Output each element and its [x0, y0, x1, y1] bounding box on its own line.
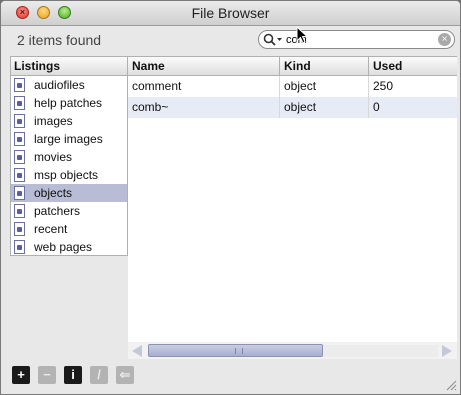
resize-grip-icon[interactable]: [445, 379, 457, 391]
listing-item-label: msp objects: [34, 168, 99, 182]
file-browser-window: × File Browser 2 items found × Listings …: [0, 0, 461, 395]
document-icon: [14, 150, 25, 164]
window-title: File Browser: [191, 5, 270, 21]
column-header-name[interactable]: Name: [128, 57, 279, 75]
document-icon: [14, 240, 25, 254]
column-header-kind[interactable]: Kind: [279, 57, 368, 75]
plus-icon: +: [17, 367, 25, 382]
search-field[interactable]: ×: [258, 30, 455, 49]
scroll-right-arrow-icon[interactable]: [442, 345, 452, 357]
cell-kind: object: [279, 76, 368, 97]
scroll-grip-icon: [235, 348, 243, 354]
table-header: Name Kind Used: [128, 57, 457, 76]
listing-item[interactable]: audiofiles: [11, 76, 127, 94]
cell-name: comment: [132, 79, 182, 93]
listing-item[interactable]: patchers: [11, 202, 127, 220]
back-button[interactable]: ⇐: [116, 366, 134, 384]
toolbar: 2 items found ×: [1, 26, 460, 54]
scroll-thumb[interactable]: [148, 344, 323, 357]
listing-item-label: images: [34, 114, 73, 128]
listing-item[interactable]: help patches: [11, 94, 127, 112]
search-icon[interactable]: [263, 33, 283, 47]
listings-items: audiofiles help patches images large images…: [11, 76, 127, 256]
minus-icon: −: [43, 367, 51, 382]
table-row[interactable]: comb~ object 0: [128, 97, 457, 118]
listing-item[interactable]: msp objects: [11, 166, 127, 184]
cell-kind: object: [279, 97, 368, 118]
document-icon: [14, 132, 25, 146]
horizontal-scrollbar[interactable]: [128, 342, 457, 359]
clear-search-icon[interactable]: ×: [438, 33, 451, 46]
listing-item[interactable]: recent: [11, 220, 127, 238]
document-icon: [14, 78, 25, 92]
info-icon: i: [71, 367, 75, 382]
listing-item-label: movies: [34, 150, 73, 164]
listing-item[interactable]: images: [11, 112, 127, 130]
cell-used: 250: [368, 76, 457, 97]
remove-button[interactable]: −: [38, 366, 56, 384]
listing-item-label: objects: [34, 186, 73, 200]
listing-item-label: recent: [34, 222, 68, 236]
document-icon: [14, 114, 25, 128]
document-icon: [14, 186, 25, 200]
listing-item[interactable]: objects: [11, 184, 127, 202]
listing-item-label: patchers: [34, 204, 81, 218]
info-button[interactable]: i: [64, 366, 82, 384]
listing-item[interactable]: movies: [11, 148, 127, 166]
listings-panel: Listings audiofiles help patches images lar…: [10, 56, 128, 256]
document-icon: [14, 222, 25, 236]
document-icon: [14, 168, 25, 182]
listing-item[interactable]: large images: [11, 130, 127, 148]
listing-item-label: audiofiles: [34, 78, 85, 92]
document-icon: [14, 96, 25, 110]
back-arrow-icon: ⇐: [119, 367, 131, 382]
listing-item-label: web pages: [34, 240, 93, 254]
mouse-cursor-icon: [296, 26, 308, 44]
add-button[interactable]: +: [12, 366, 30, 384]
cell-used: 0: [368, 97, 457, 118]
edit-button[interactable]: /: [90, 366, 108, 384]
listings-header: Listings: [11, 57, 127, 76]
scroll-left-arrow-icon[interactable]: [132, 345, 142, 357]
items-found-label: 2 items found: [17, 32, 102, 48]
cell-name: comb~: [132, 100, 169, 114]
document-icon: [14, 204, 25, 218]
results-table: Name Kind Used comment object 250 comb~ obje…: [128, 56, 457, 347]
search-input[interactable]: [286, 32, 436, 47]
title-bar[interactable]: × File Browser: [1, 1, 460, 26]
bottom-toolbar: + − i / ⇐: [1, 363, 460, 394]
table-row[interactable]: comment object 250: [128, 76, 457, 97]
column-header-used[interactable]: Used: [368, 57, 457, 75]
edit-icon: /: [97, 367, 101, 382]
listing-item[interactable]: web pages: [11, 238, 127, 256]
listing-item-label: help patches: [34, 96, 103, 110]
listing-item-label: large images: [34, 132, 103, 146]
